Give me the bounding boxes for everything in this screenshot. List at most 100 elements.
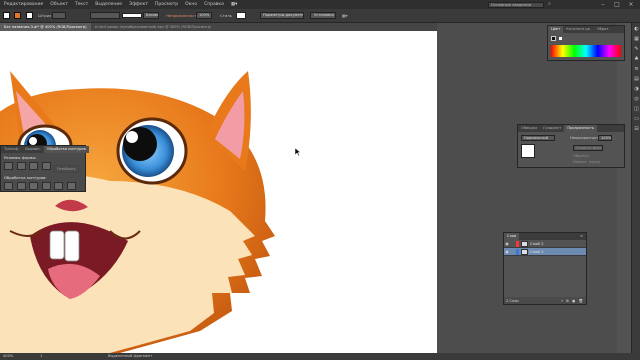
- workspace-switcher[interactable]: Основные сведения: [488, 2, 544, 8]
- menu-edit[interactable]: Редактирование: [4, 2, 43, 7]
- exclude-button[interactable]: [41, 162, 51, 170]
- swatches-dock-icon[interactable]: ▦: [633, 35, 640, 43]
- hamster-artwork[interactable]: [0, 31, 437, 353]
- locate-object-icon[interactable]: ⌖: [561, 299, 563, 303]
- align-dock-icon[interactable]: ⊟: [633, 125, 640, 133]
- tab-transform[interactable]: Трансф.: [1, 146, 22, 153]
- fill-swatch[interactable]: [3, 12, 10, 19]
- panel-menu-icon[interactable]: ≡: [89, 146, 98, 153]
- zoom-field[interactable]: 400%: [3, 354, 13, 358]
- brush-preview[interactable]: [122, 13, 142, 18]
- delete-layer-icon[interactable]: 🗑: [578, 299, 583, 303]
- tab-align[interactable]: Выравн.: [22, 146, 43, 153]
- layers-dock-icon[interactable]: ◫: [633, 105, 640, 113]
- appearance-dock-icon[interactable]: ◎: [633, 95, 640, 103]
- graphic-style-swatch[interactable]: [236, 12, 246, 19]
- menu-view[interactable]: Просмотр: [155, 2, 178, 7]
- expand-button[interactable]: Разобрать: [54, 165, 79, 173]
- color-spectrum[interactable]: [551, 45, 621, 57]
- stroke-weight-field[interactable]: [52, 12, 66, 19]
- arrange-documents-icon[interactable]: ▦▾: [231, 2, 238, 7]
- tab-stroke[interactable]: Обводка: [518, 125, 540, 132]
- transparency-panel: Обводка Градиент Прозрачность Нормальный…: [517, 124, 625, 168]
- new-sublayer-icon[interactable]: ⊞: [566, 299, 569, 303]
- layer-name[interactable]: Слой 1: [530, 249, 544, 254]
- tab-gradient[interactable]: Градиент: [540, 125, 564, 132]
- search-icon[interactable]: ⌕: [548, 1, 551, 7]
- artboard[interactable]: [0, 31, 437, 353]
- invert-mask-checkbox[interactable]: Инверт. маску: [573, 160, 600, 164]
- minus-front-button[interactable]: [16, 162, 26, 170]
- object-thumbnail: [521, 144, 535, 158]
- stroke-dock-icon[interactable]: ≡: [633, 65, 640, 73]
- layer-thumbnail: [521, 248, 528, 255]
- layers-footer: 2 Слои ⌖ ⊞ ▣ 🗑: [504, 297, 586, 304]
- menu-window[interactable]: Окно: [185, 2, 197, 7]
- color-dock-icon[interactable]: ◐: [633, 25, 640, 33]
- document-tabs: Без названия-3.ai* @ 400% (RGB/Просмотр)…: [0, 23, 440, 31]
- outline-button[interactable]: [54, 182, 64, 190]
- new-layer-icon[interactable]: ▣: [572, 299, 575, 303]
- status-bar: 400% 1 Выделенный фрагмент: [0, 353, 640, 360]
- preferences-button[interactable]: Установки: [310, 12, 336, 19]
- minus-back-button[interactable]: [66, 182, 76, 190]
- tab-color[interactable]: Цвет: [548, 26, 564, 33]
- unite-button[interactable]: [4, 162, 13, 170]
- menu-help[interactable]: Справка: [204, 2, 224, 7]
- tab-document-1[interactable]: Без названия-3.ai* @ 400% (RGB/Просмотр): [0, 23, 91, 31]
- crop-button[interactable]: [41, 182, 51, 190]
- arrange-icon[interactable]: ▦▾: [342, 13, 348, 18]
- close-window-button[interactable]: ×: [624, 0, 638, 9]
- layers-menu-icon[interactable]: ≡: [577, 233, 586, 240]
- tab-layers[interactable]: Слои: [504, 233, 520, 240]
- layer-name[interactable]: Слой 2: [530, 241, 544, 246]
- minimize-button[interactable]: –: [596, 0, 610, 9]
- menu-object[interactable]: Объект: [50, 2, 68, 7]
- layer-row[interactable]: ◉ Слой 2: [504, 240, 586, 248]
- gradient-dock-icon[interactable]: ▤: [633, 75, 640, 83]
- maximize-button[interactable]: □: [610, 0, 624, 9]
- tab-color-guide[interactable]: Каталоги цв.: [563, 26, 594, 33]
- pathfinder-tabs: Трансф. Выравн. Обработка контуров ≡: [1, 146, 95, 153]
- trim-button[interactable]: [16, 182, 26, 190]
- clip-checkbox[interactable]: Обрезка: [573, 154, 589, 158]
- make-mask-button[interactable]: Создать маску: [573, 145, 603, 151]
- merge-button[interactable]: [29, 182, 39, 190]
- stroke-color-swatch[interactable]: [558, 36, 563, 41]
- layers-panel: Слои ≡ ◉ Слой 2 ◉ Слой 1 2 Слои ⌖ ⊞ ▣ 🗑: [503, 232, 587, 305]
- opacity-label[interactable]: Непрозрачность: [166, 13, 199, 18]
- artboard-nav[interactable]: 1: [40, 354, 42, 358]
- tab-document-2[interactable]: ai lord хомяк (преобразованный).eps @ 30…: [91, 23, 216, 31]
- menu-effect[interactable]: Эффект: [129, 2, 148, 7]
- brush-style-field[interactable]: Базовая: [143, 12, 159, 19]
- document-setup-button[interactable]: Параметры документа: [260, 12, 304, 19]
- layer-color-swatch: [516, 240, 519, 247]
- intersect-button[interactable]: [29, 162, 39, 170]
- menu-type[interactable]: Текст: [75, 2, 88, 7]
- transparency-opacity-field[interactable]: 100%: [598, 135, 612, 141]
- variable-width-field[interactable]: [90, 12, 120, 19]
- layer-row[interactable]: ◉ Слой 1: [504, 248, 586, 256]
- brushes-dock-icon[interactable]: ✎: [633, 45, 640, 53]
- blend-mode-select[interactable]: Нормальный: [521, 135, 555, 141]
- opacity-field[interactable]: 100%: [196, 12, 212, 19]
- shape-modes-title: Режимы формы:: [4, 155, 37, 160]
- tab-swatches[interactable]: Образ.: [594, 26, 613, 33]
- artboards-dock-icon[interactable]: ▭: [633, 115, 640, 123]
- stroke-label: Штрих: [38, 13, 52, 18]
- visibility-eye-icon[interactable]: ◉: [504, 249, 510, 254]
- divide-button[interactable]: [4, 182, 13, 190]
- tab-transparency[interactable]: Прозрачность: [564, 125, 597, 132]
- symbols-dock-icon[interactable]: ♣: [633, 55, 640, 63]
- pathfinders-title: Обработка контуров:: [4, 175, 47, 180]
- layer-thumbnail: [521, 240, 528, 247]
- stroke-swatch[interactable]: [14, 12, 21, 19]
- transparency-dock-icon[interactable]: ◑: [633, 85, 640, 93]
- tab-pathfinder[interactable]: Обработка контуров: [43, 146, 89, 153]
- fill-color-swatch[interactable]: [551, 36, 556, 41]
- visibility-eye-icon[interactable]: ◉: [504, 241, 510, 246]
- layers-count: 2 Слои: [506, 298, 519, 303]
- stroke-swatch-2[interactable]: [26, 12, 33, 19]
- layer-color-swatch: [516, 248, 519, 255]
- menu-select[interactable]: Выделение: [95, 2, 122, 7]
